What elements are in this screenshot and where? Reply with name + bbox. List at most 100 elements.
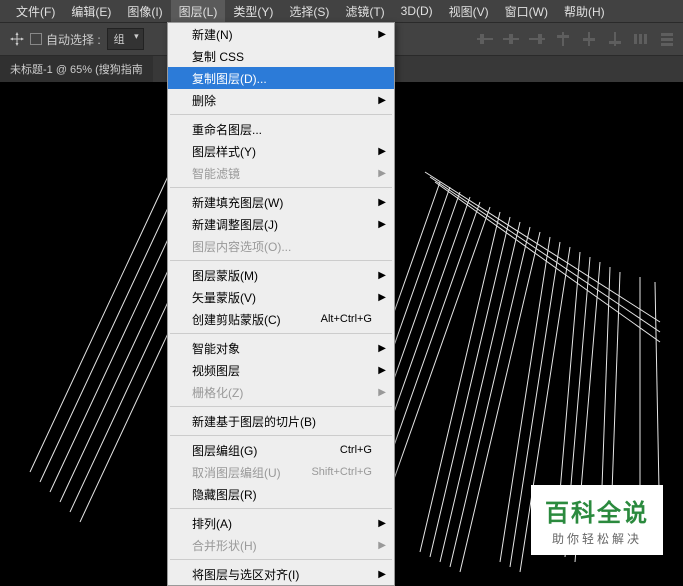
- menu-shortcut: Shift+Ctrl+G: [311, 466, 372, 478]
- menu-item[interactable]: 删除 ▶: [168, 89, 394, 111]
- menu-item[interactable]: 智能对象▶: [168, 337, 394, 359]
- menu-item[interactable]: 复制图层(D)...: [168, 67, 394, 89]
- menu-item[interactable]: 新建填充图层(W) ▶: [168, 191, 394, 213]
- align-icon-1[interactable]: [477, 32, 493, 46]
- menu-item: 图层内容选项(O)...: [168, 235, 394, 257]
- menubar-item[interactable]: 编辑(E): [63, 0, 119, 23]
- menubar-item[interactable]: 文件(F): [8, 0, 63, 23]
- menu-separator: [170, 333, 392, 334]
- move-tool-icon[interactable]: [8, 30, 26, 48]
- align-buttons: [477, 32, 675, 46]
- menu-item[interactable]: 视频图层 ▶: [168, 359, 394, 381]
- menu-item[interactable]: 复制 CSS: [168, 45, 394, 67]
- layer-menu: 新建(N) ▶ 复制 CSS 复制图层(D)... 删除 ▶ 重命名图层... 图层样式(Y)…: [167, 22, 395, 586]
- menu-item: 取消图层编组(U) Shift+Ctrl+G: [168, 461, 394, 483]
- document-tab[interactable]: 未标题-1 @ 65% (搜狗指南: [0, 56, 153, 82]
- submenu-arrow-icon: ▶: [378, 365, 386, 376]
- align-icon-6[interactable]: [607, 32, 623, 46]
- menu-item-label: 新建调整图层(J): [192, 216, 278, 233]
- menu-separator: [170, 406, 392, 407]
- submenu-arrow-icon: ▶: [378, 518, 386, 529]
- menubar-item[interactable]: 图像(I): [119, 0, 170, 23]
- submenu-arrow-icon: ▶: [378, 197, 386, 208]
- menu-separator: [170, 559, 392, 560]
- menu-item-label: 矢量蒙版(V): [192, 289, 256, 306]
- submenu-arrow-icon: ▶: [378, 540, 386, 551]
- align-icon-4[interactable]: [555, 32, 571, 46]
- submenu-arrow-icon: ▶: [378, 569, 386, 580]
- submenu-arrow-icon: ▶: [378, 168, 386, 179]
- watermark-subtitle: 助你轻松解决: [545, 530, 649, 547]
- auto-select-checkbox[interactable]: [30, 33, 42, 45]
- submenu-arrow-icon: ▶: [378, 95, 386, 106]
- menu-item-label: 合并形状(H): [192, 537, 257, 554]
- submenu-arrow-icon: ▶: [378, 343, 386, 354]
- menu-item[interactable]: 将图层与选区对齐(I) ▶: [168, 563, 394, 585]
- menu-item-label: 图层内容选项(O)...: [192, 238, 291, 255]
- menubar-item[interactable]: 3D(D): [393, 1, 441, 21]
- menu-separator: [170, 187, 392, 188]
- menubar-item[interactable]: 图层(L): [171, 0, 226, 23]
- menu-item-label: 重命名图层...: [192, 121, 262, 138]
- menu-item-label: 新建填充图层(W): [192, 194, 283, 211]
- menu-separator: [170, 114, 392, 115]
- menu-item-label: 栅格化(Z): [192, 384, 243, 401]
- menu-shortcut: Alt+Ctrl+G: [321, 313, 372, 325]
- menu-item-label: 取消图层编组(U): [192, 464, 281, 481]
- menu-separator: [170, 260, 392, 261]
- menu-item-label: 新建基于图层的切片(B): [192, 413, 316, 430]
- watermark: 百科全说 助你轻松解决: [531, 485, 663, 555]
- watermark-title: 百科全说: [545, 493, 649, 528]
- menu-item-label: 复制图层(D)...: [192, 70, 267, 87]
- menu-item[interactable]: 图层蒙版(M) ▶: [168, 264, 394, 286]
- submenu-arrow-icon: ▶: [378, 219, 386, 230]
- menu-item[interactable]: 排列(A) ▶: [168, 512, 394, 534]
- menu-item[interactable]: 新建(N) ▶: [168, 23, 394, 45]
- menu-item-label: 删除: [192, 92, 216, 109]
- menu-item-label: 隐藏图层(R): [192, 486, 257, 503]
- submenu-arrow-icon: ▶: [378, 292, 386, 303]
- menu-item[interactable]: 矢量蒙版(V) ▶: [168, 286, 394, 308]
- menu-item-label: 图层样式(Y): [192, 143, 256, 160]
- submenu-arrow-icon: ▶: [378, 270, 386, 281]
- menubar-item[interactable]: 帮助(H): [556, 0, 613, 23]
- menu-item-label: 智能滤镜: [192, 165, 240, 182]
- menu-separator: [170, 435, 392, 436]
- menubar-item[interactable]: 视图(V): [441, 0, 497, 23]
- align-icon-2[interactable]: [503, 32, 519, 46]
- menu-item: 栅格化(Z) ▶: [168, 381, 394, 403]
- auto-select-dropdown[interactable]: 组: [107, 28, 144, 50]
- align-icon-3[interactable]: [529, 32, 545, 46]
- menubar: 文件(F)编辑(E)图像(I)图层(L)类型(Y)选择(S)滤镜(T)3D(D)…: [0, 0, 683, 22]
- menu-item[interactable]: 图层样式(Y) ▶: [168, 140, 394, 162]
- menu-item[interactable]: 创建剪贴蒙版(C) Alt+Ctrl+G: [168, 308, 394, 330]
- menu-item-label: 将图层与选区对齐(I): [192, 566, 299, 583]
- menu-item[interactable]: 图层编组(G) Ctrl+G: [168, 439, 394, 461]
- menu-item: 智能滤镜 ▶: [168, 162, 394, 184]
- menubar-item[interactable]: 选择(S): [281, 0, 337, 23]
- menu-shortcut: Ctrl+G: [340, 444, 372, 456]
- menu-item-label: 复制 CSS: [192, 48, 244, 65]
- menu-item-label: 创建剪贴蒙版(C): [192, 311, 281, 328]
- menu-item[interactable]: 新建调整图层(J) ▶: [168, 213, 394, 235]
- menu-item-label: 排列(A): [192, 515, 232, 532]
- distribute-icon-1[interactable]: [633, 32, 649, 46]
- menu-item: 合并形状(H) ▶: [168, 534, 394, 556]
- menu-item[interactable]: 隐藏图层(R): [168, 483, 394, 505]
- submenu-arrow-icon: ▶: [378, 29, 386, 40]
- menubar-item[interactable]: 窗口(W): [497, 0, 556, 23]
- auto-select-label: 自动选择 :: [46, 31, 101, 48]
- menu-item[interactable]: 重命名图层...: [168, 118, 394, 140]
- submenu-arrow-icon: ▶: [378, 146, 386, 157]
- menubar-item[interactable]: 类型(Y): [225, 0, 281, 23]
- menu-item-label: 图层编组(G): [192, 442, 257, 459]
- menu-item[interactable]: 新建基于图层的切片(B): [168, 410, 394, 432]
- menu-separator: [170, 508, 392, 509]
- distribute-icon-2[interactable]: [659, 32, 675, 46]
- menu-item-label: 新建(N): [192, 26, 233, 43]
- align-icon-5[interactable]: [581, 32, 597, 46]
- menubar-item[interactable]: 滤镜(T): [337, 0, 392, 23]
- submenu-arrow-icon: ▶: [378, 387, 386, 398]
- menu-item-label: 视频图层: [192, 362, 240, 379]
- menu-item-label: 图层蒙版(M): [192, 267, 258, 284]
